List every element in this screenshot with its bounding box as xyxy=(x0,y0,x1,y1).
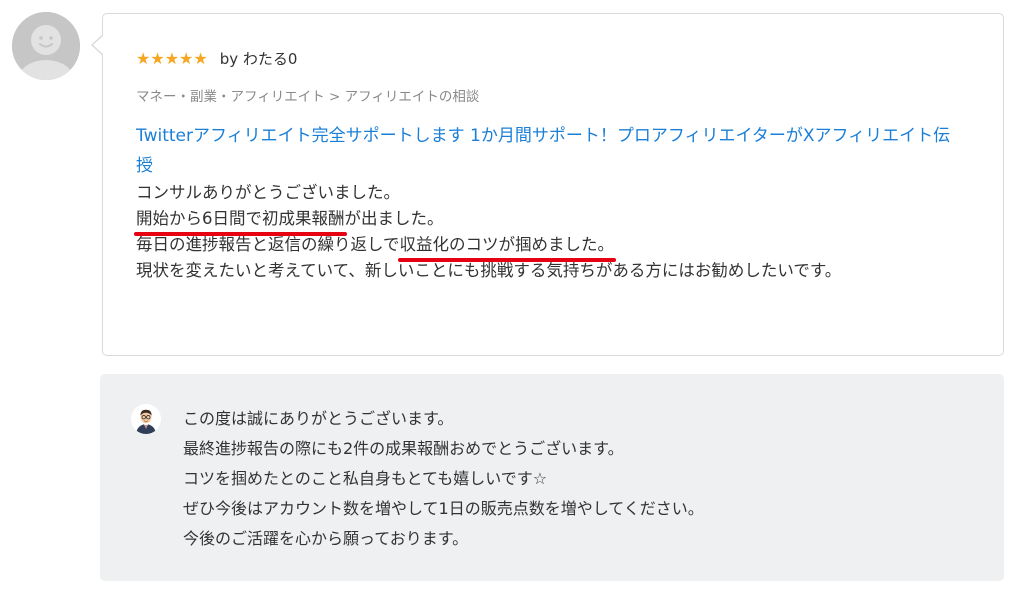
highlighted-text: 開始から6日間で初成果報酬 xyxy=(134,206,347,236)
service-title-link[interactable]: Twitterアフィリエイト完全サポートします 1か月間サポート！プロアフィリエ… xyxy=(136,121,966,181)
rating-stars-icon: ★★★★★ xyxy=(136,49,208,68)
rating-row: ★★★★★ by わたる0 xyxy=(136,47,297,71)
reply-line: この度は誠にありがとうございます。 xyxy=(183,409,454,428)
review-line: 開始から6日間で初成果報酬 が出ました。 xyxy=(134,206,986,236)
reply-line: 最終進捗報告の際にも2件の成果報酬おめでとうございます。 xyxy=(183,439,624,458)
reviewer-avatar-icon xyxy=(12,12,80,80)
review-body: コンサルありがとうございました。 開始から6日間で初成果報酬 が出ました。 毎日の… xyxy=(134,180,986,284)
reply-line: コツを掴めたとのこと私自身もとても嬉しいです☆ xyxy=(183,469,548,488)
highlighted-text: 収益化のコツが掴めました。 xyxy=(397,232,617,262)
review-card: ★★★★★ by わたる0 マネー・副業・アフィリエイト > アフィリエイトの相… xyxy=(91,13,1004,356)
reply-line: ぜひ今後はアカウント数を増やして1日の販売点数を増やしてください。 xyxy=(183,499,704,518)
service-category-breadcrumb: マネー・副業・アフィリエイト > アフィリエイトの相談 xyxy=(136,89,480,105)
seller-reply-body: この度は誠にありがとうございます。 最終進捗報告の際にも2件の成果報酬おめでとう… xyxy=(183,404,704,554)
red-underline-mark xyxy=(397,258,617,262)
review-line: コンサルありがとうございました。 xyxy=(136,183,400,202)
seller-reply-card: この度は誠にありがとうございます。 最終進捗報告の際にも2件の成果報酬おめでとう… xyxy=(100,374,1004,581)
reply-line: 今後のご活躍を心から願っております。 xyxy=(183,529,469,548)
red-underline-mark xyxy=(134,232,347,236)
seller-avatar-icon xyxy=(131,404,161,434)
reviewer-name: by わたる0 xyxy=(219,50,298,68)
